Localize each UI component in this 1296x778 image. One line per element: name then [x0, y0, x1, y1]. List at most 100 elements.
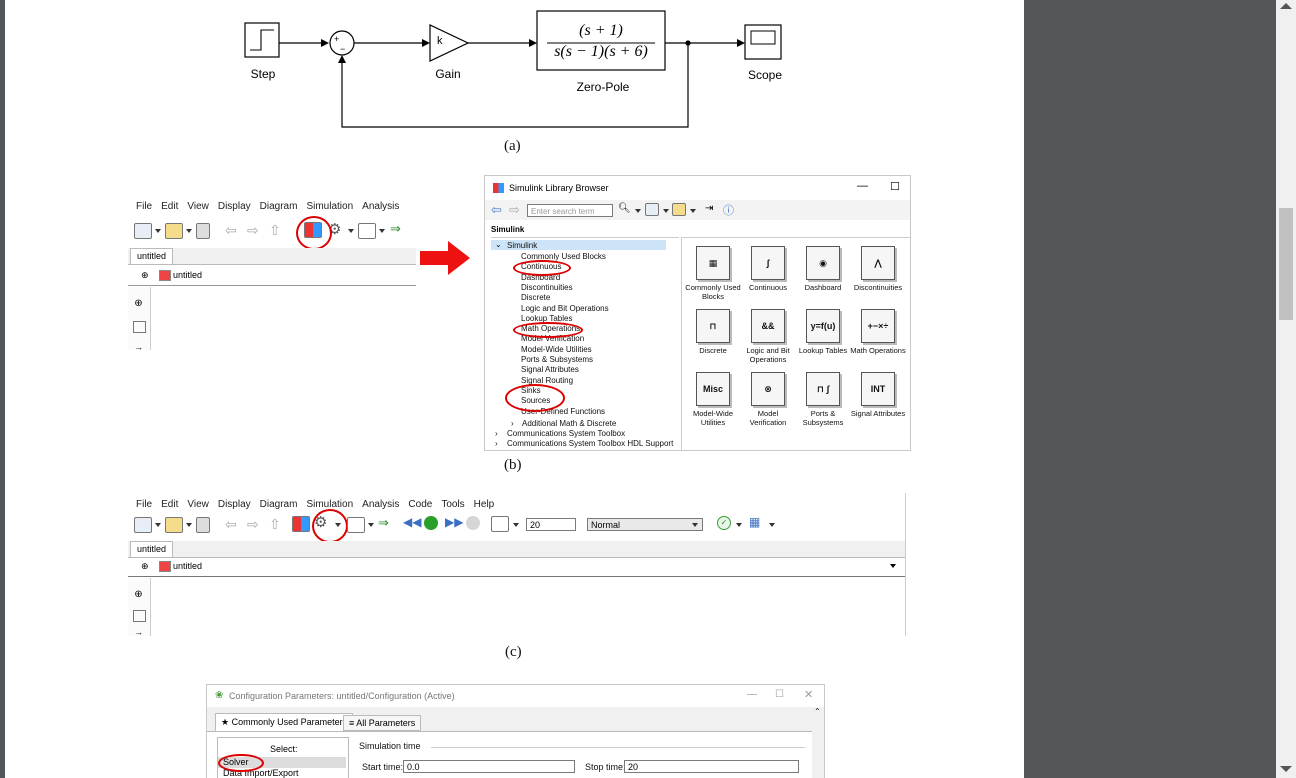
tree-item[interactable]: Model-Wide Utilities: [521, 345, 592, 354]
save-icon[interactable]: [196, 223, 210, 239]
expand-icon[interactable]: ›: [495, 429, 498, 438]
menu-edit[interactable]: Edit: [161, 499, 178, 510]
tab-commonly-used[interactable]: ★ Commonly Used Parameters: [215, 713, 354, 731]
back-arrow-icon[interactable]: ⇦: [491, 202, 502, 218]
arrow-icon[interactable]: →: [133, 342, 144, 350]
library-browser-icon[interactable]: [292, 516, 310, 532]
chevron-down-icon[interactable]: [663, 209, 669, 213]
scroll-down-icon[interactable]: [1280, 766, 1292, 772]
zoom-icon[interactable]: ⊕: [133, 299, 144, 309]
chevron-down-icon[interactable]: [736, 523, 742, 527]
chevron-down-icon[interactable]: [513, 523, 519, 527]
chevron-down-icon[interactable]: [186, 229, 192, 233]
chevron-down-icon[interactable]: [379, 229, 385, 233]
tree-sub-item[interactable]: Communications System Toolbox HDL Suppor…: [507, 439, 673, 448]
menu-display[interactable]: Display: [218, 499, 251, 510]
chevron-down-icon[interactable]: [186, 523, 192, 527]
menu-edit[interactable]: Edit: [161, 201, 178, 212]
menu-help[interactable]: Help: [474, 499, 495, 510]
chevron-down-icon[interactable]: [769, 523, 775, 527]
minimize-button[interactable]: —: [747, 689, 757, 700]
close-button[interactable]: ✕: [804, 688, 813, 701]
scroll-thumb[interactable]: [1279, 208, 1293, 320]
expand-icon[interactable]: ›: [495, 439, 498, 448]
tree-sub-item[interactable]: Communications System Toolbox: [507, 429, 625, 438]
back-arrow-icon[interactable]: ⇦: [225, 516, 237, 533]
chevron-down-icon[interactable]: [348, 229, 354, 233]
library-tile[interactable]: && Logic and Bit Operations: [739, 309, 797, 364]
library-tile[interactable]: INT Signal Attributes: [849, 372, 907, 418]
grid-icon[interactable]: ▦: [749, 515, 760, 529]
collapse-icon[interactable]: ⊕: [141, 270, 149, 281]
stop-time-input[interactable]: 20: [526, 518, 576, 531]
tree-item[interactable]: Ports & Subsystems: [521, 355, 593, 364]
chevron-down-icon[interactable]: [368, 523, 374, 527]
forward-arrow-icon[interactable]: ⇨: [247, 222, 259, 239]
model-explorer-icon[interactable]: [358, 223, 376, 239]
chevron-down-icon[interactable]: [692, 523, 698, 527]
run-step-icon[interactable]: ⇒: [390, 221, 401, 237]
menu-view[interactable]: View: [187, 201, 209, 212]
library-tile[interactable]: +−×÷ Math Operations: [849, 309, 907, 355]
search-icon[interactable]: 🔍︎: [618, 203, 631, 214]
chevron-down-icon[interactable]: [155, 229, 161, 233]
chevron-down-icon[interactable]: [155, 523, 161, 527]
step-forward-icon[interactable]: ▶▶: [445, 515, 463, 529]
menu-file[interactable]: File: [136, 499, 152, 510]
scroll-up-icon[interactable]: ⌃: [814, 707, 821, 716]
tab-untitled[interactable]: untitled: [130, 541, 174, 557]
menu-code[interactable]: Code: [408, 499, 432, 510]
menu-tools[interactable]: Tools: [441, 499, 464, 510]
menu-file[interactable]: File: [136, 201, 152, 212]
viewer-scrollbar[interactable]: [1276, 0, 1296, 778]
open-folder-icon[interactable]: [165, 517, 183, 533]
menu-diagram[interactable]: Diagram: [260, 499, 298, 510]
scrollbar[interactable]: ⌃: [812, 707, 824, 778]
new-model-icon[interactable]: [134, 223, 152, 239]
arrow-icon[interactable]: →: [133, 627, 144, 636]
address-text[interactable]: untitled: [173, 270, 202, 280]
tree-item[interactable]: Logic and Bit Operations: [521, 304, 609, 313]
forward-arrow-icon[interactable]: ⇨: [247, 516, 259, 533]
tree-item[interactable]: Discontinuities: [521, 283, 573, 292]
menu-simulation[interactable]: Simulation: [306, 201, 353, 212]
fit-view-icon[interactable]: [133, 610, 146, 622]
menu-diagram[interactable]: Diagram: [260, 201, 298, 212]
open-folder-icon[interactable]: [165, 223, 183, 239]
collapse-icon[interactable]: ⊕: [141, 561, 149, 572]
run-button[interactable]: [424, 516, 438, 530]
start-time-input[interactable]: 0.0: [403, 760, 575, 773]
save-icon[interactable]: [196, 517, 210, 533]
open-folder-icon[interactable]: [672, 203, 686, 216]
tree-root[interactable]: Simulink: [507, 241, 537, 250]
library-tile[interactable]: ⋀ Discontinuities: [849, 246, 907, 292]
library-tile[interactable]: ⊓ ∫ Ports & Subsystems: [794, 372, 852, 427]
maximize-button[interactable]: ☐: [775, 689, 784, 700]
library-tile[interactable]: ◉ Dashboard: [794, 246, 852, 292]
new-model-icon[interactable]: [134, 517, 152, 533]
menu-analysis[interactable]: Analysis: [362, 201, 399, 212]
forward-arrow-icon[interactable]: ⇨: [509, 202, 520, 218]
up-arrow-icon[interactable]: ⇧: [269, 222, 281, 239]
tree-sub-item[interactable]: Additional Math & Discrete: [522, 419, 616, 428]
tree-item[interactable]: Signal Attributes: [521, 365, 579, 374]
new-model-icon[interactable]: [645, 203, 659, 216]
back-arrow-icon[interactable]: ⇦: [225, 222, 237, 239]
help-icon[interactable]: ⓘ: [723, 202, 734, 218]
library-tile[interactable]: ∫ Continuous: [739, 246, 797, 292]
maximize-button[interactable]: ☐: [890, 180, 900, 193]
library-tile[interactable]: ⊗ Model Verification: [739, 372, 797, 427]
step-back-icon[interactable]: ◀◀: [403, 515, 421, 529]
run-step-icon[interactable]: ⇒: [378, 515, 389, 531]
address-text[interactable]: untitled: [173, 561, 202, 571]
fit-view-icon[interactable]: [133, 321, 146, 333]
search-input[interactable]: Enter search term: [527, 204, 613, 217]
model-explorer-icon[interactable]: [347, 517, 365, 533]
library-tile[interactable]: ⊓ Discrete: [684, 309, 742, 355]
stop-time-input[interactable]: 20: [624, 760, 799, 773]
chevron-down-icon[interactable]: [635, 209, 641, 213]
scroll-up-icon[interactable]: [1280, 3, 1292, 9]
stop-button[interactable]: [466, 516, 480, 530]
chevron-down-icon[interactable]: [890, 564, 896, 568]
up-arrow-icon[interactable]: ⇧: [269, 516, 281, 533]
